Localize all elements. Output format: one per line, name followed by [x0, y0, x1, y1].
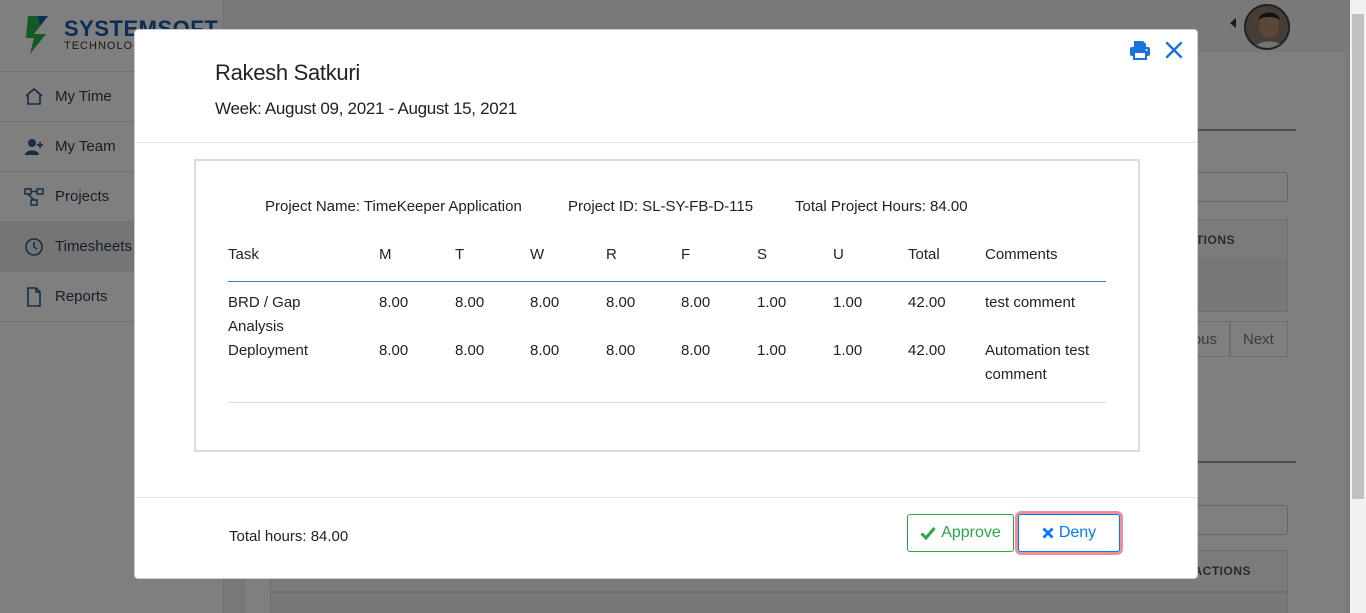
project-total-hours: Total Project Hours: 84.00	[795, 198, 968, 215]
print-icon[interactable]	[1128, 38, 1152, 62]
close-icon[interactable]	[1162, 38, 1186, 62]
hours-cell-f: 8.00	[681, 294, 711, 311]
approve-button[interactable]: Approve	[907, 514, 1014, 552]
hours-cell-s: 1.00	[757, 342, 787, 359]
hours-cell-m: 8.00	[379, 342, 409, 359]
hours-cell-f: 8.00	[681, 342, 711, 359]
hours-cell-r: 8.00	[606, 294, 636, 311]
column-header-task: Task	[228, 246, 259, 263]
hours-cell-s: 1.00	[757, 294, 787, 311]
comment-cell: test comment	[985, 294, 1076, 311]
hours-cell-total: 42.00	[908, 342, 946, 359]
table-divider	[228, 402, 1106, 403]
hours-cell-u: 1.00	[833, 294, 863, 311]
column-header-m: M	[379, 246, 392, 263]
task-cell: Deployment	[228, 342, 309, 359]
column-header-total: Total	[908, 246, 940, 263]
hours-cell-total: 42.00	[908, 294, 946, 311]
column-header-f: F	[681, 246, 691, 263]
approve-button-label: Approve	[941, 524, 1001, 541]
hours-cell-t: 8.00	[455, 294, 485, 311]
hours-cell-w: 8.00	[530, 294, 560, 311]
times-icon	[1042, 527, 1054, 539]
hours-cell-m: 8.00	[379, 294, 409, 311]
column-header-comments: Comments	[985, 246, 1058, 263]
week-range: Week: August 09, 2021 - August 15, 2021	[215, 99, 517, 118]
column-header-s: S	[757, 246, 768, 263]
check-icon	[920, 527, 936, 540]
column-header-w: W	[530, 246, 545, 263]
total-hours: Total hours: 84.00	[229, 528, 349, 545]
project-id: Project ID: SL-SY-FB-D-115	[568, 198, 754, 215]
column-header-u: U	[833, 246, 844, 263]
timesheet-approval-modal: Rakesh Satkuri Week: August 09, 2021 - A…	[134, 29, 1198, 579]
comment-cell: Automation test comment	[985, 342, 1090, 383]
column-header-t: T	[455, 246, 465, 263]
task-cell: BRD / Gap Analysis	[228, 294, 301, 335]
project-panel: Project Name: TimeKeeper Application Pro…	[194, 159, 1140, 452]
timesheet-table-header: Task M T W R F S U Total Comments	[228, 237, 1106, 282]
deny-button[interactable]: Deny	[1018, 514, 1120, 552]
hours-cell-t: 8.00	[455, 342, 485, 359]
modal-header: Rakesh Satkuri Week: August 09, 2021 - A…	[135, 30, 1197, 143]
modal-footer: Total hours: 84.00 Approve Deny	[135, 497, 1197, 579]
hours-cell-u: 1.00	[833, 342, 863, 359]
deny-button-label: Deny	[1058, 524, 1097, 541]
hours-cell-w: 8.00	[530, 342, 560, 359]
employee-name: Rakesh Satkuri	[215, 60, 360, 85]
hours-cell-r: 8.00	[606, 342, 636, 359]
column-header-r: R	[606, 246, 617, 263]
scrollbar-thumb[interactable]	[1352, 14, 1364, 499]
project-name: Project Name: TimeKeeper Application	[265, 198, 522, 215]
